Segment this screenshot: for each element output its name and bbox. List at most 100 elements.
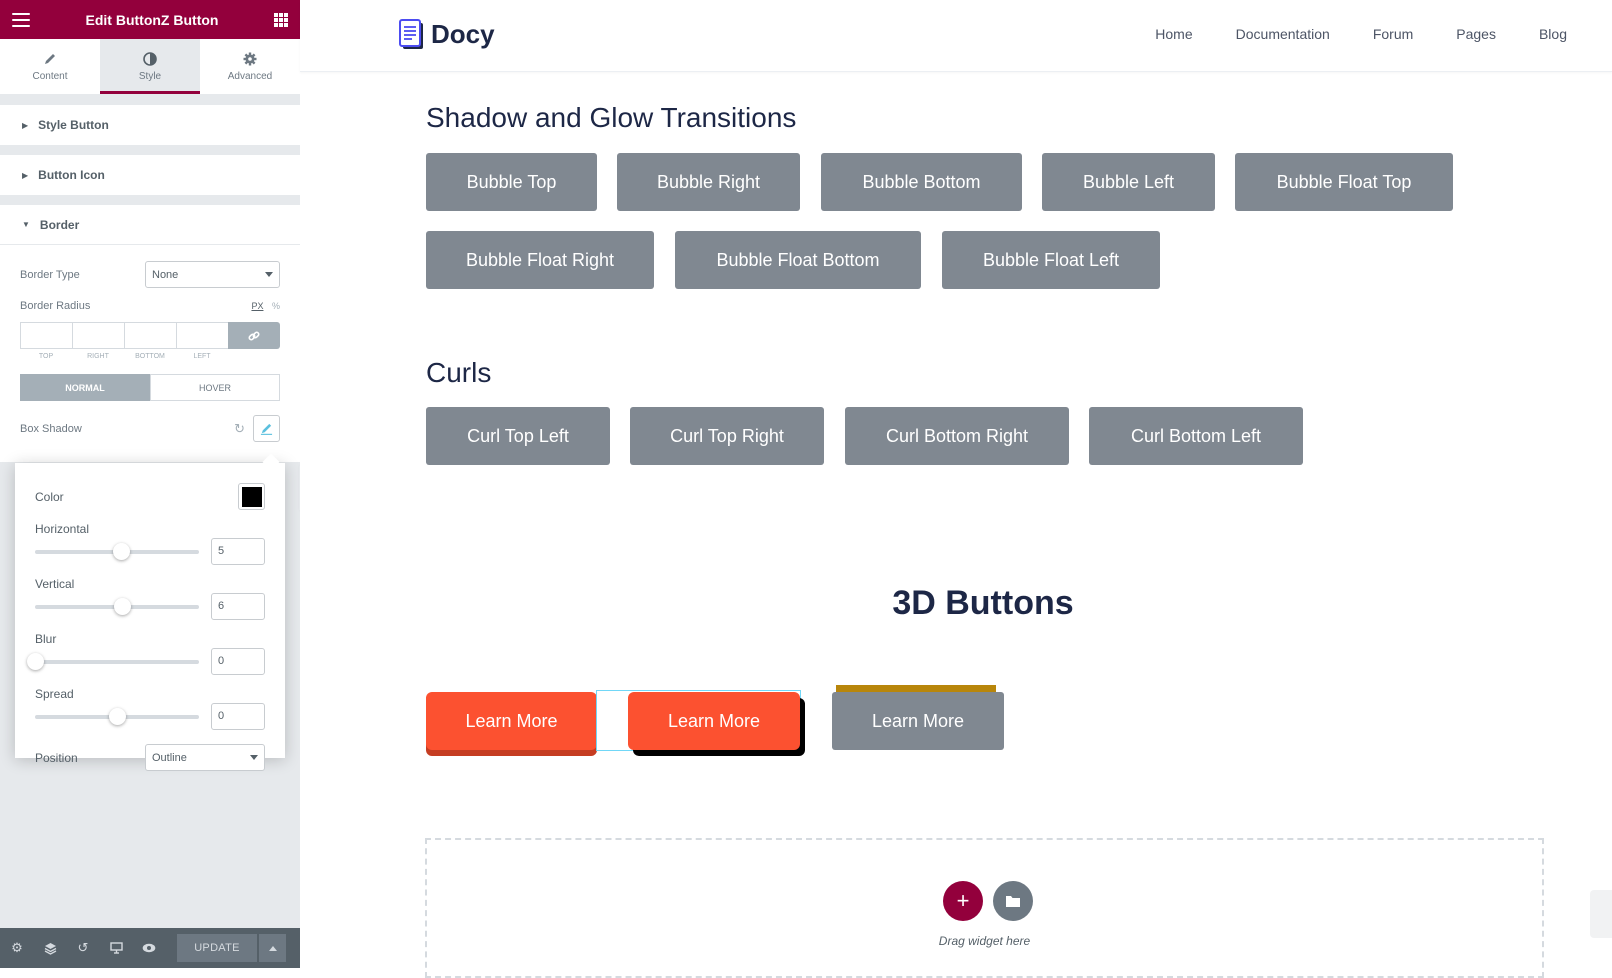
- drag-widget-text: Drag widget here: [938, 934, 1031, 948]
- nav-forum[interactable]: Forum: [1373, 26, 1413, 42]
- box-shadow-row: Box Shadow ↻: [20, 415, 280, 442]
- update-options-button[interactable]: [258, 934, 286, 962]
- shadow-color-label: Color: [35, 489, 64, 504]
- widgets-grid-icon[interactable]: [273, 12, 288, 27]
- gold-top-edge: [836, 685, 996, 692]
- folder-icon: [1006, 896, 1020, 907]
- section-border[interactable]: ▼ Border: [0, 205, 300, 245]
- tab-normal[interactable]: NORMAL: [20, 374, 150, 401]
- bubble-float-bottom-button[interactable]: Bubble Float Bottom: [675, 231, 921, 289]
- curl-bottom-left-button[interactable]: Curl Bottom Left: [1089, 407, 1303, 465]
- radius-right-input[interactable]: [72, 322, 124, 349]
- preview-eye-icon[interactable]: [142, 941, 156, 955]
- caret-up-icon: [268, 945, 277, 951]
- bubble-top-button[interactable]: Bubble Top: [426, 153, 597, 211]
- bubble-float-left-button[interactable]: Bubble Float Left: [942, 231, 1160, 289]
- caret-right-icon: ▶: [22, 120, 29, 130]
- nav-documentation[interactable]: Documentation: [1236, 26, 1330, 42]
- responsive-desktop-icon[interactable]: [109, 941, 123, 955]
- box-shadow-label: Box Shadow: [20, 422, 82, 435]
- section-style-button[interactable]: ▶ Style Button: [0, 105, 300, 145]
- tab-content[interactable]: Content: [0, 39, 100, 94]
- layers-icon[interactable]: [43, 941, 57, 955]
- horizontal-input[interactable]: 5: [211, 538, 265, 565]
- vertical-slider-handle[interactable]: [114, 597, 132, 615]
- add-template-button[interactable]: [993, 881, 1033, 921]
- learn-more-3d-button-1[interactable]: Learn More: [426, 692, 597, 750]
- settings-icon[interactable]: ⚙: [10, 940, 24, 955]
- spread-slider[interactable]: [35, 707, 199, 725]
- spread-line: 0: [35, 703, 265, 730]
- blur-slider-handle[interactable]: [27, 652, 44, 670]
- border-radius-dim-labels: TOP RIGHT BOTTOM LEFT: [20, 353, 280, 360]
- vertical-label: Vertical: [35, 577, 75, 591]
- caret-down-icon: ▼: [22, 220, 30, 229]
- position-label: Position: [35, 750, 78, 765]
- panel-tabs: Content Style Advanced: [0, 39, 300, 95]
- state-switch: NORMAL HOVER: [20, 374, 280, 401]
- blur-input[interactable]: 0: [211, 648, 265, 675]
- dim-label-left: LEFT: [193, 353, 211, 360]
- bubble-bottom-button[interactable]: Bubble Bottom: [821, 153, 1022, 211]
- position-row: Position Outline: [35, 744, 265, 771]
- unit-percent[interactable]: %: [272, 301, 280, 311]
- link-icon: [248, 330, 260, 341]
- update-button[interactable]: UPDATE: [177, 934, 257, 962]
- tab-style-label: Style: [138, 70, 162, 82]
- border-type-select[interactable]: None: [145, 261, 280, 288]
- vertical-slider[interactable]: [35, 597, 199, 615]
- bubble-float-top-button[interactable]: Bubble Float Top: [1235, 153, 1453, 211]
- site-logo[interactable]: Docy: [399, 19, 495, 50]
- spread-label: Spread: [35, 687, 74, 701]
- reset-icon[interactable]: ↻: [234, 421, 245, 437]
- vertical-input[interactable]: 6: [211, 593, 265, 620]
- section-button-icon[interactable]: ▶ Button Icon: [0, 155, 300, 195]
- chevron-down-icon: [265, 272, 273, 277]
- horizontal-slider[interactable]: [35, 542, 199, 560]
- nav-pages[interactable]: Pages: [1456, 26, 1496, 42]
- bubble-left-button[interactable]: Bubble Left: [1042, 153, 1215, 211]
- radius-top-input[interactable]: [20, 322, 72, 349]
- tab-hover[interactable]: HOVER: [150, 374, 280, 401]
- link-values-button[interactable]: [228, 322, 280, 349]
- document-logo-icon: [399, 19, 423, 49]
- position-select[interactable]: Outline: [145, 744, 265, 771]
- drop-zone[interactable]: + Drag widget here: [425, 838, 1544, 978]
- radius-bottom-input[interactable]: [124, 322, 176, 349]
- edit-shadow-button[interactable]: [253, 415, 280, 442]
- bubble-float-right-button[interactable]: Bubble Float Right: [426, 231, 654, 289]
- unit-px[interactable]: PX: [251, 301, 263, 311]
- editor-panel: Edit ButtonZ Button Content Style Advanc…: [0, 0, 300, 968]
- scroll-top-button[interactable]: [1590, 890, 1612, 938]
- dim-label-right: RIGHT: [87, 353, 109, 360]
- curl-top-left-button[interactable]: Curl Top Left: [426, 407, 610, 465]
- color-swatch: [241, 486, 262, 507]
- learn-more-3d-button-2[interactable]: Learn More: [628, 692, 800, 750]
- nav-home[interactable]: Home: [1155, 26, 1192, 42]
- menu-icon[interactable]: [12, 12, 30, 27]
- three-d-heading: 3D Buttons: [892, 584, 1074, 622]
- spread-slider-handle[interactable]: [108, 707, 126, 725]
- spread-input[interactable]: 0: [211, 703, 265, 730]
- horizontal-slider-handle[interactable]: [112, 542, 130, 560]
- section-border-label: Border: [39, 217, 80, 232]
- learn-more-3d-button-3[interactable]: Learn More: [832, 692, 1004, 750]
- plus-icon: +: [956, 888, 970, 913]
- vertical-control: Vertical 6: [35, 577, 265, 620]
- nav-blog[interactable]: Blog: [1539, 26, 1567, 42]
- section-button-icon-label: Button Icon: [38, 168, 105, 182]
- vertical-line: 6: [35, 593, 265, 620]
- panel-title: Edit ButtonZ Button: [85, 11, 219, 28]
- horizontal-line: 5: [35, 538, 265, 565]
- blur-slider[interactable]: [27, 652, 199, 670]
- tab-style[interactable]: Style: [100, 39, 200, 94]
- bubble-right-button[interactable]: Bubble Right: [617, 153, 800, 211]
- add-section-button[interactable]: +: [943, 881, 983, 921]
- curl-bottom-right-button[interactable]: Curl Bottom Right: [845, 407, 1069, 465]
- tab-advanced[interactable]: Advanced: [200, 39, 300, 94]
- radius-left-input[interactable]: [176, 322, 228, 349]
- gear-icon: [243, 52, 257, 65]
- curl-top-right-button[interactable]: Curl Top Right: [630, 407, 824, 465]
- history-icon[interactable]: ↺: [76, 940, 90, 955]
- shadow-color-picker[interactable]: [238, 483, 265, 510]
